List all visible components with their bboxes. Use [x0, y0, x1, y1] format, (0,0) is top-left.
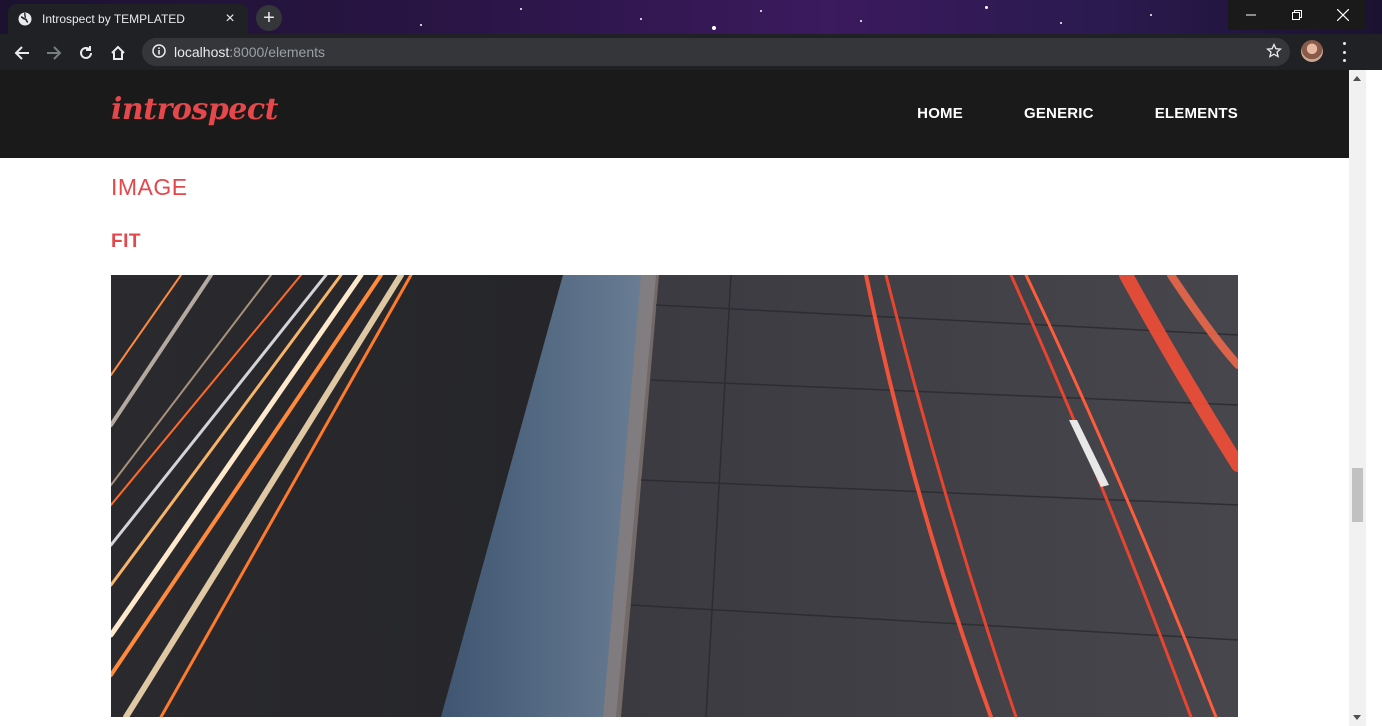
section-heading: IMAGE — [111, 174, 188, 200]
menu-icon[interactable] — [1336, 42, 1352, 62]
site-header: introspect HOME GENERIC ELEMENTS — [0, 70, 1349, 158]
plus-icon[interactable]: + — [256, 5, 282, 31]
browser-toolbar: localhost:8000/elements — [0, 34, 1382, 70]
restore-icon[interactable] — [1274, 0, 1320, 30]
close-icon[interactable]: × — [222, 11, 238, 27]
sub-heading: FIT — [111, 231, 141, 252]
scrollbar-thumb[interactable] — [1352, 468, 1363, 522]
scroll-down-icon[interactable] — [1353, 715, 1361, 720]
forward-icon[interactable] — [43, 42, 65, 64]
address-bar[interactable]: localhost:8000/elements — [142, 38, 1290, 66]
info-icon[interactable] — [152, 43, 166, 61]
nav-elements[interactable]: ELEMENTS — [1155, 105, 1238, 122]
browser-tab[interactable]: Introspect by TEMPLATED × — [8, 4, 248, 34]
highway-light-trails-image — [111, 275, 1238, 717]
site-nav: HOME GENERIC ELEMENTS — [856, 105, 1238, 122]
reload-icon[interactable] — [75, 42, 97, 64]
home-icon[interactable] — [107, 42, 129, 64]
tab-title: Introspect by TEMPLATED — [42, 12, 185, 26]
title-bar: Introspect by TEMPLATED × + — [0, 0, 1382, 34]
nav-home[interactable]: HOME — [917, 105, 963, 122]
bookmark-star-icon[interactable] — [1265, 42, 1283, 62]
globe-icon — [18, 12, 32, 26]
page-scrollbar[interactable] — [1349, 70, 1366, 726]
url-path: :8000/elements — [229, 44, 325, 60]
profile-avatar[interactable] — [1301, 40, 1323, 62]
nav-generic[interactable]: GENERIC — [1024, 105, 1094, 122]
scroll-up-icon[interactable] — [1353, 76, 1361, 81]
back-icon[interactable] — [11, 42, 33, 64]
page-viewport: introspect HOME GENERIC ELEMENTS IMAGE F… — [0, 70, 1366, 726]
minimize-icon[interactable] — [1228, 0, 1274, 30]
site-logo[interactable]: introspect — [111, 92, 278, 127]
url-host: localhost — [174, 44, 230, 60]
window-close-icon[interactable] — [1320, 0, 1366, 30]
